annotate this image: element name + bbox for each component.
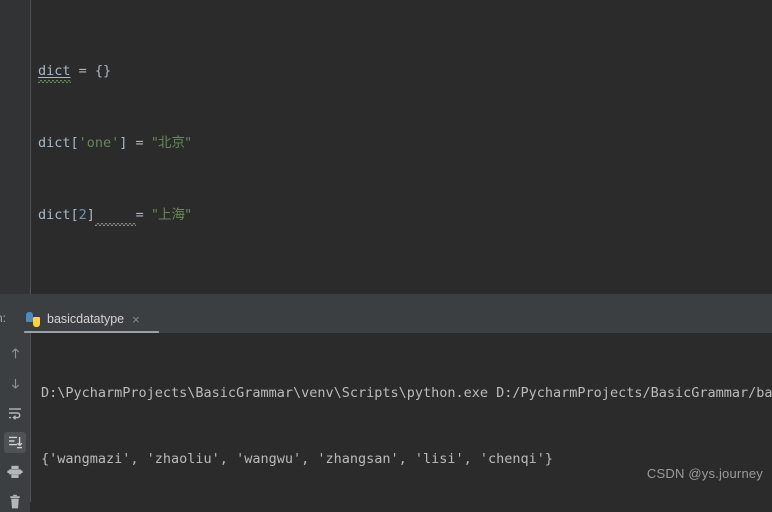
code-editor-pane[interactable]: dict = {} dict['one'] = "北京" dict[2] = "… [0,0,772,294]
code-line-3-bracket: ] [86,207,95,223]
console-line: D:\PycharmProjects\BasicGrammar\venv\Scr… [41,385,772,401]
printer-icon [7,465,23,479]
python-icon [26,311,41,327]
token-dict-2: dict[ [38,135,79,151]
run-tool-window: n: basicdatatype × [0,305,772,512]
soft-wrap-icon [9,407,21,420]
token-key-one: 'one' [78,135,120,151]
code-line-2-mid: ] = [119,135,152,151]
token-dict-3: dict[ [38,207,79,223]
scroll-up-button[interactable] [4,343,26,364]
code-line-2: dict['one'] = "北京" [38,134,772,152]
pycharm-window: dict = {} dict['one'] = "北京" dict[2] = "… [0,0,772,512]
token-key-two: 2 [78,207,87,223]
run-header: n: basicdatatype × [0,305,772,334]
scroll-to-end-icon [9,437,23,449]
pane-splitter[interactable] [0,294,772,305]
token-dict-decl: dict [38,63,71,79]
gutter-divider [30,0,31,294]
code-content[interactable]: dict = {} dict['one'] = "北京" dict[2] = "… [38,8,772,294]
print-button[interactable] [4,462,26,483]
code-line-1: dict = {} [38,62,772,80]
token-str-beijing: "北京" [151,135,192,151]
run-window-label: n: [0,311,7,325]
code-line-4-blank [38,278,772,294]
close-icon[interactable]: × [132,312,140,327]
run-console-output[interactable]: D:\PycharmProjects\BasicGrammar\venv\Scr… [31,333,772,502]
run-tab-basicdatatype[interactable]: basicdatatype × [22,307,146,331]
arrow-down-icon [11,378,19,389]
code-line-1-rest: = {} [70,63,112,79]
arrow-up-icon [11,348,19,359]
code-line-3: dict[2] = "上海" [38,206,772,224]
run-tab-label: basicdatatype [47,312,125,326]
soft-wrap-button[interactable] [4,402,26,423]
csdn-watermark: CSDN @ys.journey [646,466,763,481]
scroll-down-button[interactable] [4,373,26,394]
run-toolbar [0,333,30,512]
code-line-3-spaces [95,207,136,223]
token-str-shanghai: "上海" [151,207,192,223]
editor-gutter [0,0,30,294]
code-line-3-eq: = [135,207,152,223]
scroll-to-end-button[interactable] [4,432,26,453]
